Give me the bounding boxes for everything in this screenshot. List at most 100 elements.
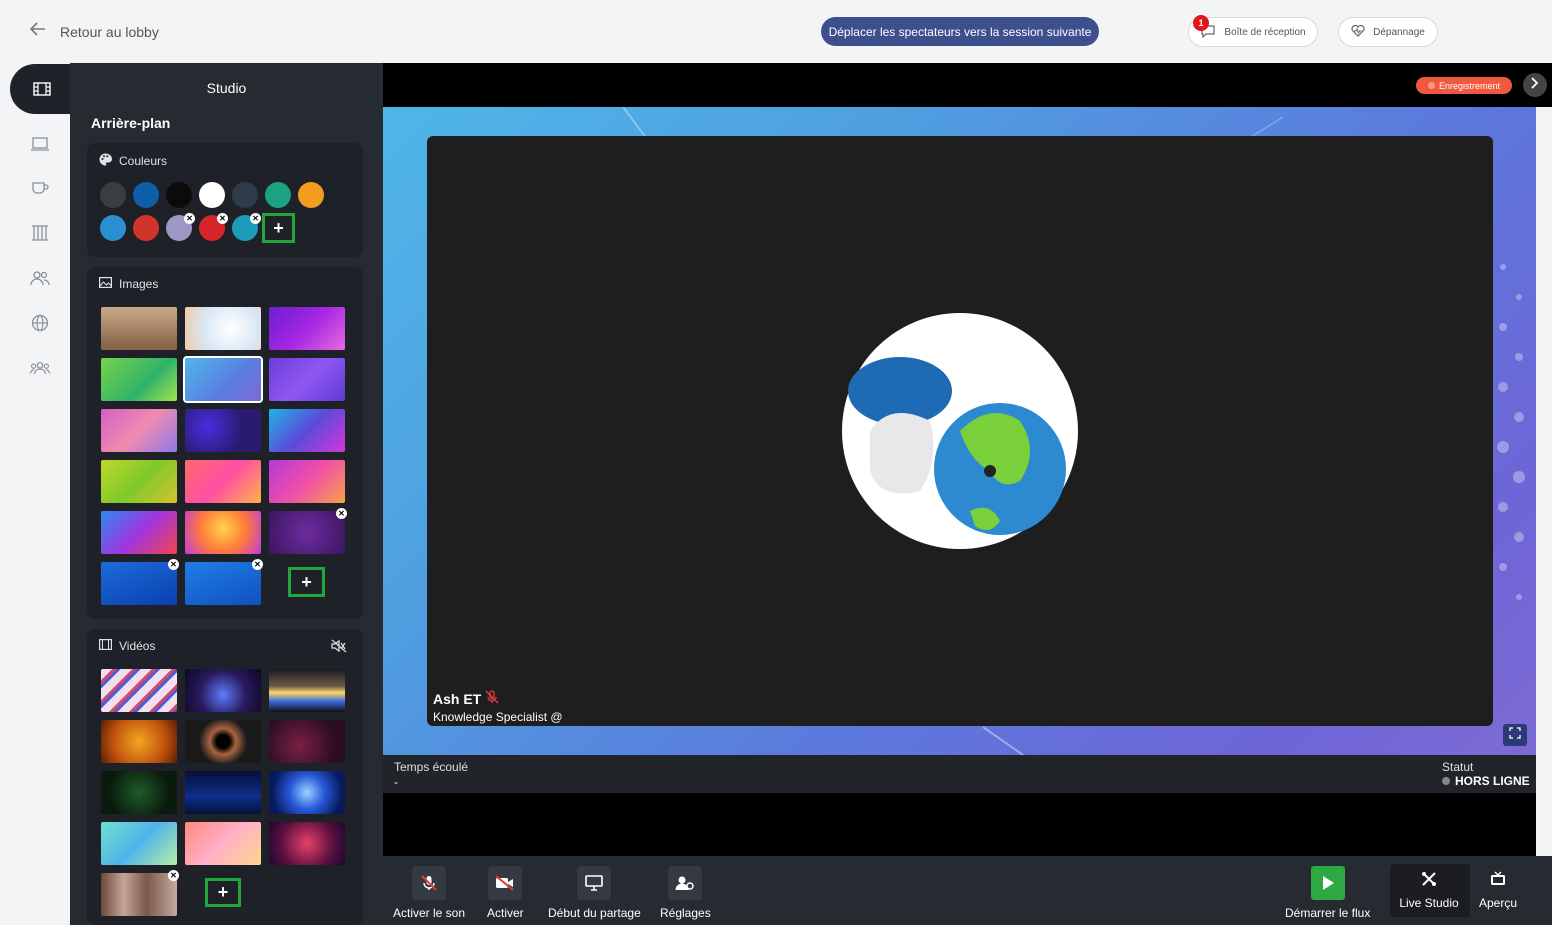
video-thumbnail[interactable] (269, 822, 345, 865)
color-swatch[interactable] (298, 182, 324, 208)
activate-camera-button[interactable]: Activer (487, 866, 524, 920)
image-thumbnail[interactable] (185, 460, 261, 503)
color-swatch[interactable] (166, 182, 192, 208)
stage-footer-space (383, 793, 1536, 856)
film-icon (32, 79, 52, 99)
color-swatch[interactable] (100, 215, 126, 241)
palette-icon (99, 153, 112, 169)
speaker-name: Ash ET (433, 690, 482, 707)
image-thumbnail[interactable] (101, 460, 177, 503)
image-thumbnail[interactable] (269, 409, 345, 452)
videos-header: Vidéos (99, 639, 155, 653)
video-thumbnail[interactable] (101, 669, 177, 712)
preview-label: Aperçu (1478, 896, 1518, 910)
image-thumbnail[interactable] (101, 358, 177, 401)
colors-label: Couleurs (119, 154, 168, 168)
session-info-bar: Temps écoulé - Statut HORS LIGNE (383, 755, 1536, 793)
coffee-icon[interactable] (30, 178, 50, 198)
video-thumbnail[interactable] (269, 771, 345, 814)
image-thumbnail[interactable] (269, 511, 345, 554)
image-thumbnail[interactable] (185, 307, 261, 350)
add-video-button[interactable]: + (205, 878, 241, 907)
stage-header (383, 63, 1552, 107)
heart-pulse-icon (1351, 24, 1365, 40)
columns-icon[interactable] (30, 223, 50, 243)
collapse-panel-button[interactable] (1523, 73, 1547, 97)
image-thumbnail[interactable] (101, 511, 177, 554)
remove-icon[interactable]: ✕ (336, 508, 347, 519)
image-thumbnail[interactable] (101, 409, 177, 452)
video-thumbnail[interactable] (101, 873, 177, 916)
image-thumbnail[interactable] (101, 307, 177, 350)
color-swatch[interactable] (265, 182, 291, 208)
group-icon[interactable] (30, 358, 50, 378)
image-thumbnail[interactable] (101, 562, 177, 605)
video-thumbnail[interactable] (269, 720, 345, 763)
fullscreen-button[interactable] (1503, 724, 1527, 746)
start-share-button[interactable]: Début du partage (548, 866, 641, 920)
add-color-button[interactable]: + (262, 213, 295, 243)
chevron-right-icon (1531, 76, 1539, 94)
image-thumbnail[interactable] (185, 511, 261, 554)
image-thumbnail-selected[interactable] (183, 356, 263, 403)
recording-badge: Enregistrement (1416, 77, 1512, 94)
tools-icon (1421, 871, 1437, 890)
image-thumbnail[interactable] (185, 409, 261, 452)
video-thumbnail[interactable] (101, 720, 177, 763)
status-value: HORS LIGNE (1442, 774, 1530, 788)
play-icon (1310, 866, 1345, 900)
unmute-button[interactable]: Activer le son (393, 866, 465, 920)
video-thumbnail[interactable] (185, 822, 261, 865)
add-image-button[interactable]: + (288, 567, 325, 597)
color-swatch[interactable] (100, 182, 126, 208)
image-thumbnail[interactable] (269, 307, 345, 350)
back-to-lobby-link[interactable]: Retour au lobby (29, 22, 159, 41)
live-studio-tab[interactable]: Live Studio (1390, 864, 1468, 917)
remove-icon[interactable]: ✕ (217, 213, 228, 224)
start-stream-button[interactable]: Démarrer le flux (1285, 866, 1370, 920)
monitor-icon (577, 866, 612, 900)
move-viewers-button[interactable]: Déplacer les spectateurs vers la session… (821, 17, 1099, 46)
video-thumbnail[interactable] (185, 669, 261, 712)
astronaut-avatar (842, 313, 1078, 549)
inbox-count-badge: 1 (1193, 15, 1209, 31)
image-thumbnail[interactable] (185, 562, 261, 605)
start-stream-label: Démarrer le flux (1285, 906, 1371, 920)
remove-icon[interactable]: ✕ (168, 870, 179, 881)
settings-label: Réglages (660, 906, 711, 920)
control-bar: Activer le son Activer Début du partage … (383, 856, 1552, 925)
color-swatch[interactable] (133, 182, 159, 208)
laptop-icon[interactable] (30, 134, 50, 154)
mute-video-icon[interactable] (331, 639, 347, 658)
videos-label: Vidéos (119, 639, 156, 653)
remove-icon[interactable]: ✕ (184, 213, 195, 224)
mic-off-icon (412, 866, 447, 900)
image-icon (99, 277, 113, 291)
color-swatch[interactable] (232, 182, 258, 208)
troubleshooting-button[interactable]: Dépannage (1338, 17, 1438, 47)
user-gear-icon (668, 866, 703, 900)
video-thumbnail[interactable] (101, 771, 177, 814)
studio-title: Studio (70, 63, 383, 113)
film-icon (99, 639, 113, 653)
color-swatch[interactable] (133, 215, 159, 241)
remove-icon[interactable]: ✕ (168, 559, 179, 570)
remove-icon[interactable]: ✕ (252, 559, 263, 570)
back-label: Retour au lobby (60, 23, 159, 40)
video-thumbnail[interactable] (185, 771, 261, 814)
video-thumbnail[interactable] (101, 822, 177, 865)
image-thumbnail[interactable] (269, 358, 345, 401)
remove-icon[interactable]: ✕ (250, 213, 261, 224)
activate-label: Activer (487, 906, 524, 920)
video-thumbnail[interactable] (185, 720, 261, 763)
globe-icon[interactable] (30, 313, 50, 333)
live-studio-label: Live Studio (1399, 896, 1459, 910)
color-swatch[interactable] (199, 182, 225, 208)
speaker-role: Knowledge Specialist @ (433, 710, 563, 724)
video-thumbnail[interactable] (269, 669, 345, 712)
users-icon[interactable] (30, 268, 50, 288)
image-thumbnail[interactable] (269, 460, 345, 503)
share-label: Début du partage (548, 906, 641, 920)
settings-button[interactable]: Réglages (660, 866, 711, 920)
preview-tab[interactable]: Aperçu (1470, 864, 1526, 917)
